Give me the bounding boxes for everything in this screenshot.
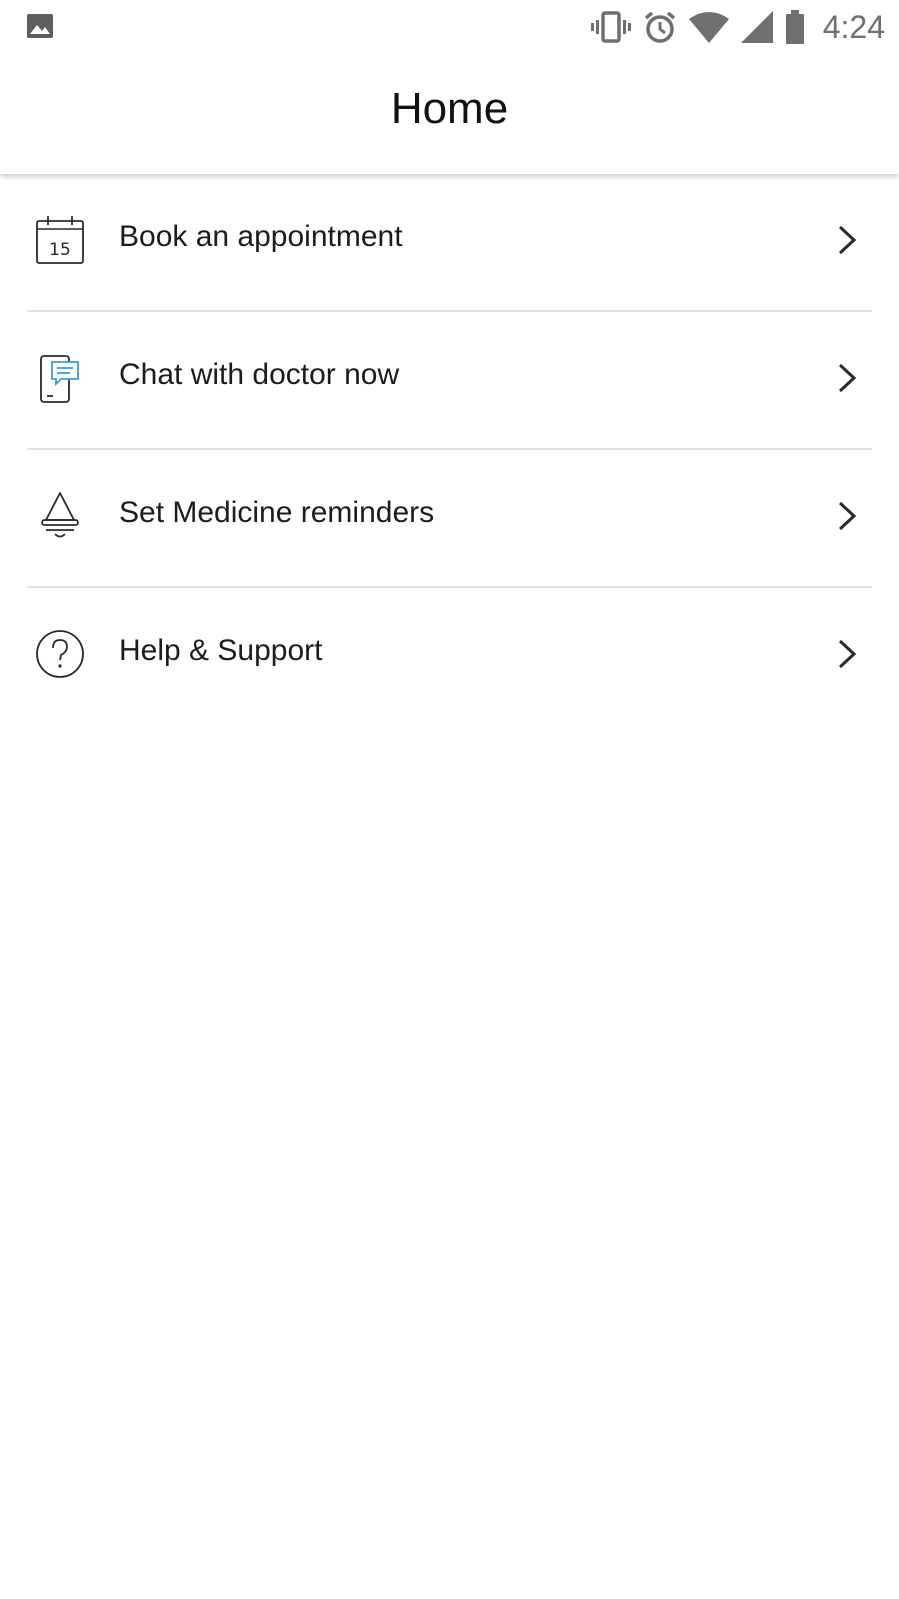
bell-icon — [41, 492, 79, 538]
status-time: 4:24 — [822, 8, 885, 45]
phone-chat-icon — [40, 355, 79, 403]
help-circle-icon — [36, 630, 84, 678]
menu-item-label: Book an appointment — [119, 220, 403, 253]
home-screen: 4:24 Home 15 Book an appointment Chat wi… — [0, 0, 899, 1599]
app-bar: Home — [0, 54, 899, 174]
chevron-right-icon — [838, 225, 857, 255]
calendar-day: 15 — [49, 240, 71, 260]
status-icons: 4:24 — [590, 8, 885, 46]
battery-icon — [785, 10, 804, 44]
menu-item-help-support[interactable]: Help & Support — [27, 588, 872, 724]
menu-item-label: Set Medicine reminders — [119, 496, 435, 529]
home-menu-list: 15 Book an appointment Chat with doctor … — [0, 174, 899, 724]
status-bar: 4:24 — [0, 0, 899, 54]
alarm-icon — [644, 11, 675, 43]
menu-item-label: Chat with doctor now — [119, 358, 400, 391]
menu-item-chat-doctor[interactable]: Chat with doctor now — [27, 312, 872, 450]
chevron-right-icon — [838, 363, 857, 393]
page-title: Home — [390, 84, 509, 133]
image-icon — [27, 14, 53, 38]
wifi-icon — [688, 12, 729, 43]
calendar-icon: 15 — [36, 216, 84, 264]
menu-item-medicine-reminders[interactable]: Set Medicine reminders — [27, 450, 872, 588]
vibrate-icon — [590, 11, 631, 43]
chevron-right-icon — [838, 639, 857, 669]
signal-icon — [740, 11, 773, 43]
chevron-right-icon — [838, 501, 857, 531]
menu-item-book-appointment[interactable]: 15 Book an appointment — [27, 174, 872, 312]
menu-item-label: Help & Support — [119, 634, 323, 667]
